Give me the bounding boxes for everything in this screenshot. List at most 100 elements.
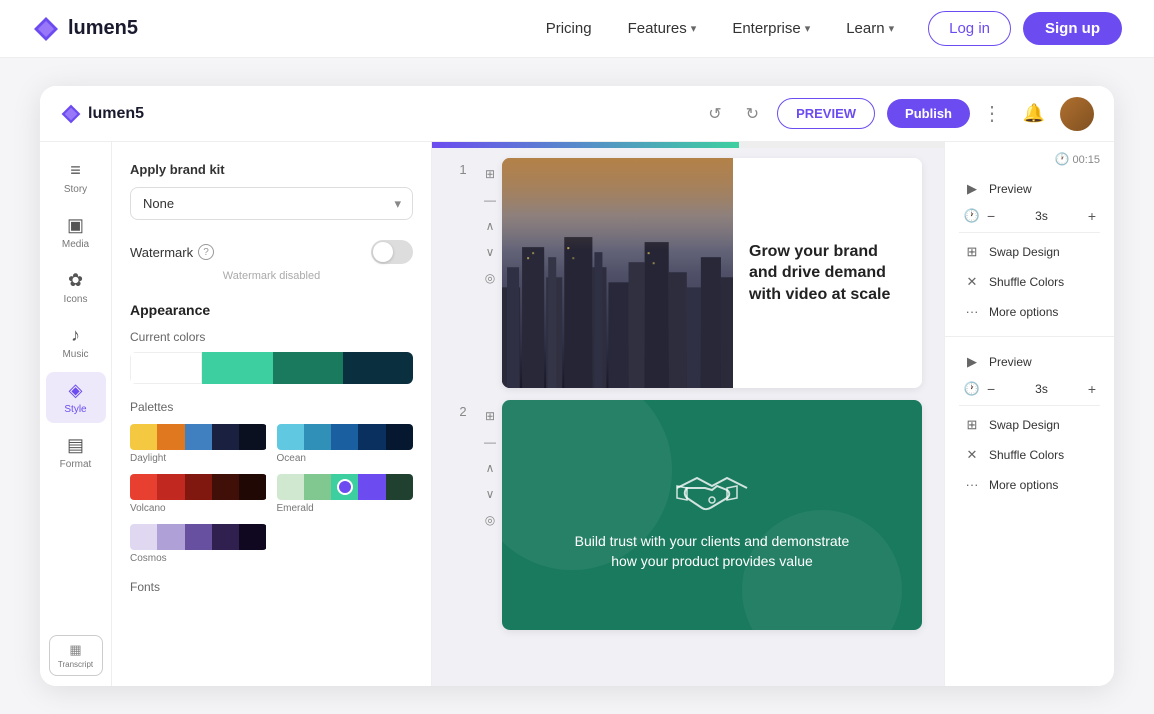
palette-swatch — [304, 424, 331, 450]
slide-1-number-col: 1 — [448, 158, 478, 177]
action-divider-1 — [959, 232, 1100, 233]
slide-card-1[interactable]: Grow your brand and drive demand with vi… — [502, 158, 922, 388]
palette-swatch — [239, 524, 266, 550]
sidebar-item-transcript[interactable]: ▦ Transcript — [49, 635, 103, 676]
main-content: lumen5 ↺ ↻ PREVIEW Publish ⋮ 🔔 ≡ Story — [0, 58, 1154, 714]
palette-swatch — [185, 474, 212, 500]
navbar: lumen5 Pricing Features ▾ Enterprise ▾ L… — [0, 0, 1154, 58]
timeline-bar — [432, 142, 944, 148]
palette-swatch — [358, 424, 385, 450]
collapse-2-icon[interactable]: — — [480, 432, 500, 452]
more-options-button[interactable]: ⋮ — [982, 101, 1002, 126]
palette-volcano[interactable]: Volcano — [130, 474, 267, 514]
palette-ocean[interactable]: Ocean — [277, 424, 414, 464]
navbar-logo-text: lumen5 — [68, 17, 138, 40]
watermark-help-icon[interactable]: ? — [198, 244, 214, 260]
palette-swatch — [130, 424, 157, 450]
learn-chevron-icon: ▾ — [889, 22, 895, 35]
slide-2-vert-strip: ⊞ — ∧ ∨ ◎ — [478, 400, 502, 536]
slide-1-more-options-btn[interactable]: ··· More options — [959, 297, 1100, 326]
duration-minus-btn[interactable]: − — [987, 208, 995, 224]
media-icon: ▣ — [67, 215, 84, 236]
sidebar-nav: ≡ Story ▣ Media ✿ Icons ♪ Music ◈ Styl — [40, 142, 112, 686]
duration-plus-btn[interactable]: + — [1088, 208, 1096, 224]
slide-1-swap-design-btn[interactable]: ⊞ Swap Design — [959, 237, 1100, 267]
collapse-icon[interactable]: — — [480, 190, 500, 210]
nav-features[interactable]: Features ▾ — [614, 14, 711, 43]
current-color-swatches[interactable] — [130, 352, 413, 384]
sidebar-item-story[interactable]: ≡ Story — [46, 152, 106, 203]
brand-kit-section: Apply brand kit None — [130, 162, 413, 220]
palette-swatch — [386, 424, 413, 450]
action-divider-2 — [959, 405, 1100, 406]
slide-2-preview-btn[interactable]: ▶ Preview — [959, 347, 1100, 377]
right-panel: 🕐 00:15 ▶ Preview 🕐 − 3s + — [944, 142, 1114, 686]
palette-swatch — [157, 524, 184, 550]
palette-emerald-name: Emerald — [277, 503, 414, 514]
palette-swatch — [239, 424, 266, 450]
sidebar-item-media[interactable]: ▣ Media — [46, 207, 106, 258]
nav-pricing[interactable]: Pricing — [532, 14, 606, 43]
slide-1-duration-row: 🕐 − 3s + — [959, 204, 1100, 228]
nav-enterprise[interactable]: Enterprise ▾ — [718, 14, 824, 43]
sidebar-item-icons[interactable]: ✿ Icons — [46, 262, 106, 313]
appearance-section: Appearance Current colors Palettes — [130, 302, 413, 594]
login-button[interactable]: Log in — [928, 11, 1011, 46]
app-logo-text: lumen5 — [88, 105, 144, 123]
signup-button[interactable]: Sign up — [1023, 12, 1122, 45]
slide-2-duration-minus-btn[interactable]: − — [987, 381, 995, 397]
eye-icon[interactable]: ◎ — [480, 268, 500, 288]
slide-card-2[interactable]: Build trust with your clients and demons… — [502, 400, 922, 630]
fonts-label: Fonts — [130, 580, 413, 594]
palette-emerald[interactable]: Emerald — [277, 474, 414, 514]
redo-button[interactable]: ↻ — [740, 100, 765, 128]
expand-icon[interactable]: ⊞ — [480, 164, 500, 184]
icons-nav-icon: ✿ — [68, 270, 83, 291]
watermark-toggle[interactable] — [371, 240, 413, 264]
shuffle-2-icon: ✕ — [963, 447, 981, 463]
chevron-up-icon[interactable]: ∧ — [480, 216, 500, 236]
dots-2-icon: ··· — [963, 477, 981, 492]
expand-2-icon[interactable]: ⊞ — [480, 406, 500, 426]
slide-row-2: 2 ⊞ — ∧ ∨ ◎ — [448, 400, 944, 630]
chevron-down-icon[interactable]: ∨ — [480, 242, 500, 262]
eye-2-icon[interactable]: ◎ — [480, 510, 500, 530]
app-logo: lumen5 — [60, 103, 144, 125]
app-header: lumen5 ↺ ↻ PREVIEW Publish ⋮ 🔔 — [40, 86, 1114, 142]
sidebar-item-music[interactable]: ♪ Music — [46, 317, 106, 368]
slide-2-duration-plus-btn[interactable]: + — [1088, 381, 1096, 397]
slide-1-preview-btn[interactable]: ▶ Preview — [959, 174, 1100, 204]
user-avatar[interactable] — [1060, 97, 1094, 131]
publish-button[interactable]: Publish — [887, 99, 970, 128]
brand-kit-select[interactable]: None — [130, 187, 413, 220]
palette-cosmos[interactable]: Cosmos — [130, 524, 267, 564]
chevron-down-2-icon[interactable]: ∨ — [480, 484, 500, 504]
swatch-teal — [273, 352, 343, 384]
notifications-bell-icon[interactable]: 🔔 — [1018, 98, 1050, 130]
slide-2-swap-design-btn[interactable]: ⊞ Swap Design — [959, 410, 1100, 440]
transcript-icon: ▦ — [69, 642, 81, 658]
features-chevron-icon: ▾ — [691, 22, 697, 35]
palette-volcano-name: Volcano — [130, 503, 267, 514]
slide-1-vert-strip: ⊞ — ∧ ∨ ◎ — [478, 158, 502, 294]
logo-icon — [32, 15, 60, 43]
palette-daylight[interactable]: Daylight — [130, 424, 267, 464]
slide-row-1: 1 ⊞ — ∧ ∨ ◎ — [448, 158, 944, 388]
slide-2-more-options-btn[interactable]: ··· More options — [959, 470, 1100, 499]
undo-button[interactable]: ↺ — [702, 100, 727, 128]
sidebar-item-style[interactable]: ◈ Style — [46, 372, 106, 423]
preview-button[interactable]: PREVIEW — [777, 98, 875, 129]
palette-swatch — [130, 474, 157, 500]
story-icon: ≡ — [70, 160, 81, 181]
app-header-right: 🔔 — [1018, 97, 1094, 131]
slide-2-inner: Build trust with your clients and demons… — [502, 400, 922, 630]
sidebar-item-format[interactable]: ▤ Format — [46, 427, 106, 478]
chevron-up-2-icon[interactable]: ∧ — [480, 458, 500, 478]
current-colors-label: Current colors — [130, 330, 413, 344]
slide-2-shuffle-colors-btn[interactable]: ✕ Shuffle Colors — [959, 440, 1100, 470]
navbar-logo[interactable]: lumen5 — [32, 15, 138, 43]
nav-learn[interactable]: Learn ▾ — [832, 14, 908, 43]
watermark-section: Watermark ? Watermark disabled — [130, 240, 413, 282]
swatch-dark — [343, 352, 413, 384]
slide-1-shuffle-colors-btn[interactable]: ✕ Shuffle Colors — [959, 267, 1100, 297]
